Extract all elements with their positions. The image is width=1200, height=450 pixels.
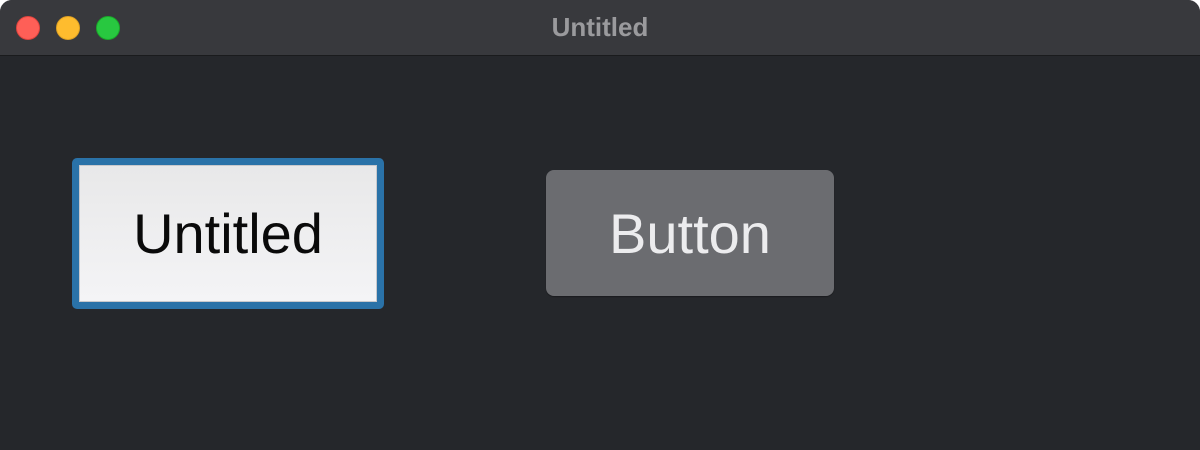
text-field-focus-ring: Untitled: [72, 158, 384, 309]
window-content: Untitled Button: [0, 57, 1200, 450]
title-bar[interactable]: Untitled: [0, 0, 1200, 56]
push-button[interactable]: Button: [546, 170, 834, 296]
text-field[interactable]: Untitled: [79, 165, 377, 302]
window-title: Untitled: [551, 12, 649, 42]
app-window: Untitled Untitled Button: [0, 0, 1200, 450]
